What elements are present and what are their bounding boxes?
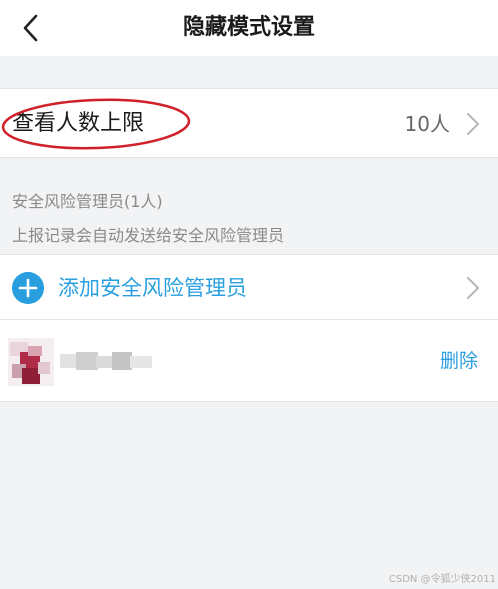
section-spacer (0, 56, 498, 88)
navigation-bar: 隐藏模式设置 (0, 0, 498, 56)
admin-info-section: 安全风险管理员(1人) 上报记录会自动发送给安全风险管理员 (12, 158, 492, 254)
delete-button[interactable]: 删除 (440, 320, 478, 402)
red-circle-annotation (1, 98, 191, 150)
watermark: CSDN @令狐少侠2011 (388, 574, 496, 585)
admin-section-description: 上报记录会自动发送给安全风险管理员 (12, 226, 285, 245)
admin-section-title: 安全风险管理员(1人) (12, 192, 163, 211)
chevron-right-icon (467, 113, 479, 135)
plus-circle-icon (12, 272, 44, 304)
page-title: 隐藏模式设置 (182, 15, 315, 40)
admin-member-row: 删除 (0, 320, 498, 402)
chevron-right-icon (467, 277, 479, 299)
avatar (8, 338, 54, 386)
member-name-pixelated (60, 352, 152, 370)
add-admin-label: 添加安全风险管理员 (58, 276, 247, 300)
add-admin-row[interactable]: 添加安全风险管理员 (0, 254, 498, 320)
view-limit-value: 10人 (404, 112, 450, 136)
